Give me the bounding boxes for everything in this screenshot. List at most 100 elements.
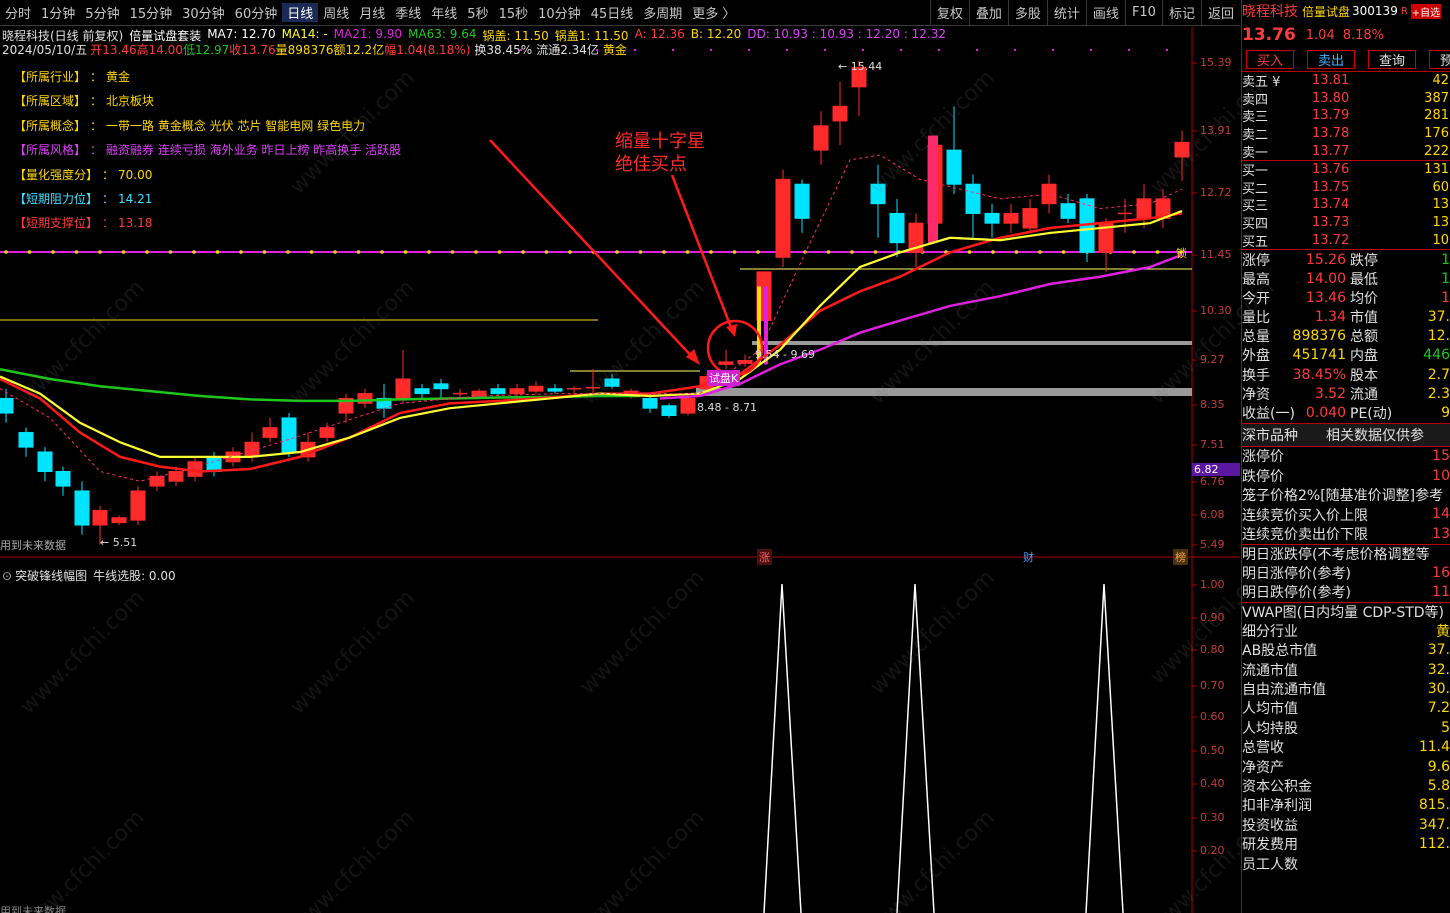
period-tab-11[interactable]: 5秒 [462, 3, 493, 22]
fundamental-key: 研发费用 [1242, 837, 1298, 854]
stat-value-1: 15.26 [1305, 251, 1346, 268]
current-price-marker: 6.82 [1192, 463, 1240, 476]
indicator-chart[interactable] [0, 570, 1240, 913]
market-section-header[interactable]: 深市品种 相关数据仅供参 [1242, 423, 1450, 447]
kline-chart-area[interactable]: 晓程科技(日线 前复权) 倍量试盘套装 MA7: 12.70 MA14: - M… [0, 27, 1240, 913]
bids-row: 买二 13.75 60 [1242, 179, 1450, 197]
period-tab-5[interactable]: 60分钟 [230, 3, 283, 22]
range-top-label: 9.54 - 9.69 [755, 348, 815, 361]
period-tab-10[interactable]: 年线 [426, 3, 462, 22]
period-tab-4[interactable]: 30分钟 [177, 3, 230, 22]
period-tab-0[interactable]: 分时 [0, 3, 36, 22]
stat-value-2: 2.7 [1427, 366, 1450, 383]
lock-line-dot [685, 250, 690, 254]
period-toolbar: 分时 1分钟 5分钟 15分钟 30分钟 60分钟 日线 周线 月线 季线 年线 5秒 15秒 10分钟 4… [0, 0, 1240, 26]
asks-price[interactable]: 13.79 [1312, 108, 1372, 123]
arrow-2-head [726, 324, 737, 337]
event-zhang[interactable]: 涨 [757, 549, 772, 565]
asks-label: 卖四 [1242, 92, 1269, 108]
lock-line-dot [98, 250, 102, 254]
tool-button-6[interactable]: 标记 [1161, 0, 1201, 25]
fundamental-key: 人均市值 [1242, 701, 1298, 718]
stock-info-colon: ： [90, 118, 103, 133]
tool-button-0[interactable]: 复权 [929, 0, 969, 25]
indicator-title[interactable]: 突破锋线幅图 [15, 567, 87, 584]
trade-button-1[interactable]: 卖出 [1307, 50, 1356, 69]
event-bang[interactable]: 榜 [1173, 549, 1188, 565]
asks-row: 卖二 13.78 176 [1242, 125, 1450, 143]
period-tab-8[interactable]: 月线 [354, 3, 390, 22]
asks-row: 卖一 13.77 222 [1242, 142, 1450, 161]
lock-line-dot [826, 250, 831, 254]
candle-body [433, 383, 449, 390]
tool-button-4[interactable]: 画线 [1085, 0, 1125, 25]
stat-key-2: 流通 [1350, 386, 1378, 403]
stat-row: 收益(一) 0.040 PE(动) 9 [1242, 403, 1450, 422]
bids-price[interactable]: 13.75 [1312, 180, 1372, 195]
stock-terminal: 分时 1分钟 5分钟 15分钟 30分钟 60分钟 日线 周线 月线 季线 年线 5秒 15秒 10分钟 4… [0, 0, 1450, 913]
period-tab-6[interactable]: 日线 [282, 3, 319, 22]
fundamental-row: AB股总市值 37. [1242, 641, 1450, 660]
period-tab-2[interactable]: 5分钟 [80, 3, 124, 22]
lock-line-dot [1038, 250, 1042, 254]
fundamental-key: 笼子价格2%[随基准价调整]参考 [1242, 488, 1444, 505]
asks-price[interactable]: 13.77 [1312, 144, 1372, 159]
candle-body [661, 405, 677, 416]
lock-line-dot [121, 250, 126, 254]
formula-name[interactable]: 倍量试盘套装 [129, 27, 201, 43]
tool-button-1[interactable]: 叠加 [968, 0, 1008, 25]
bids-volume: 13 [1432, 215, 1449, 231]
fundamental-value: 11.4 [1418, 739, 1450, 756]
period-tab-7[interactable]: 周线 [318, 3, 354, 22]
tool-button-5[interactable]: F10 [1124, 0, 1162, 25]
period-tab-1[interactable]: 1分钟 [36, 3, 80, 22]
trade-button-0[interactable]: 买入 [1246, 50, 1295, 69]
trade-button-2[interactable]: 查询 [1368, 50, 1417, 69]
indicator-toggle-icon[interactable]: ⊙ [2, 569, 12, 583]
stat-key-1: 换手 [1242, 367, 1270, 384]
stat-key-1: 量比 [1242, 310, 1270, 327]
period-tab-14[interactable]: 45日线 [586, 3, 639, 22]
fundamental-key: 流通市值 [1242, 662, 1298, 679]
asks-price[interactable]: 13.78 [1312, 126, 1372, 141]
bids-price[interactable]: 13.73 [1312, 215, 1372, 230]
period-tab-13[interactable]: 10分钟 [533, 3, 586, 22]
stripe-3 [928, 135, 938, 243]
fundamental-key: 员工人数 [1242, 856, 1298, 873]
candle-body [357, 393, 373, 404]
ind-axis-label: 0.50 [1200, 744, 1225, 757]
period-tab-16[interactable]: 更多 〉 [687, 3, 740, 22]
asks-volume: 42 [1432, 73, 1449, 89]
asks-price[interactable]: 13.80 [1312, 91, 1372, 106]
tool-button-7[interactable]: 返回 [1200, 0, 1240, 25]
stat-value-1: 14.00 [1305, 270, 1346, 287]
bids-price[interactable]: 13.76 [1312, 162, 1372, 177]
ind-axis-label: 0.30 [1200, 811, 1225, 824]
period-tab-3[interactable]: 15分钟 [125, 3, 178, 22]
period-tab-12[interactable]: 15秒 [494, 3, 534, 22]
lock-line-dot [74, 250, 79, 254]
event-cai[interactable]: 财 [1021, 549, 1036, 565]
bids-price[interactable]: 13.74 [1312, 197, 1372, 212]
stock-info-value: 70.00 [118, 167, 153, 182]
lock-line-dot [521, 250, 525, 254]
asks-volume: 387 [1424, 90, 1449, 106]
period-tab-15[interactable]: 多周期 [638, 3, 687, 22]
stat-key-1: 涨停 [1242, 252, 1270, 269]
stat-row: 涨停 15.26 跌停 1 [1242, 250, 1450, 269]
min-price-label: ← 5.51 [100, 536, 138, 549]
lock-line-dot [450, 250, 455, 254]
stat-row: 总量 898376 总额 12. [1242, 327, 1450, 346]
ma63-line [0, 368, 640, 403]
signal-dot [824, 49, 826, 51]
sector-value: 黄金 [602, 43, 627, 57]
period-tab-9[interactable]: 季线 [390, 3, 426, 22]
tool-button-2[interactable]: 多股 [1007, 0, 1047, 25]
add-favorite-button[interactable]: +自选 [1410, 3, 1442, 19]
candle-body [37, 451, 53, 472]
trade-button-3[interactable]: 预警 [1429, 50, 1450, 69]
stat-value-1: 13.46 [1305, 289, 1346, 306]
tool-button-3[interactable]: 统计 [1046, 0, 1086, 25]
asks-price[interactable]: 13.81 [1312, 73, 1372, 88]
bids-price[interactable]: 13.72 [1312, 233, 1372, 248]
